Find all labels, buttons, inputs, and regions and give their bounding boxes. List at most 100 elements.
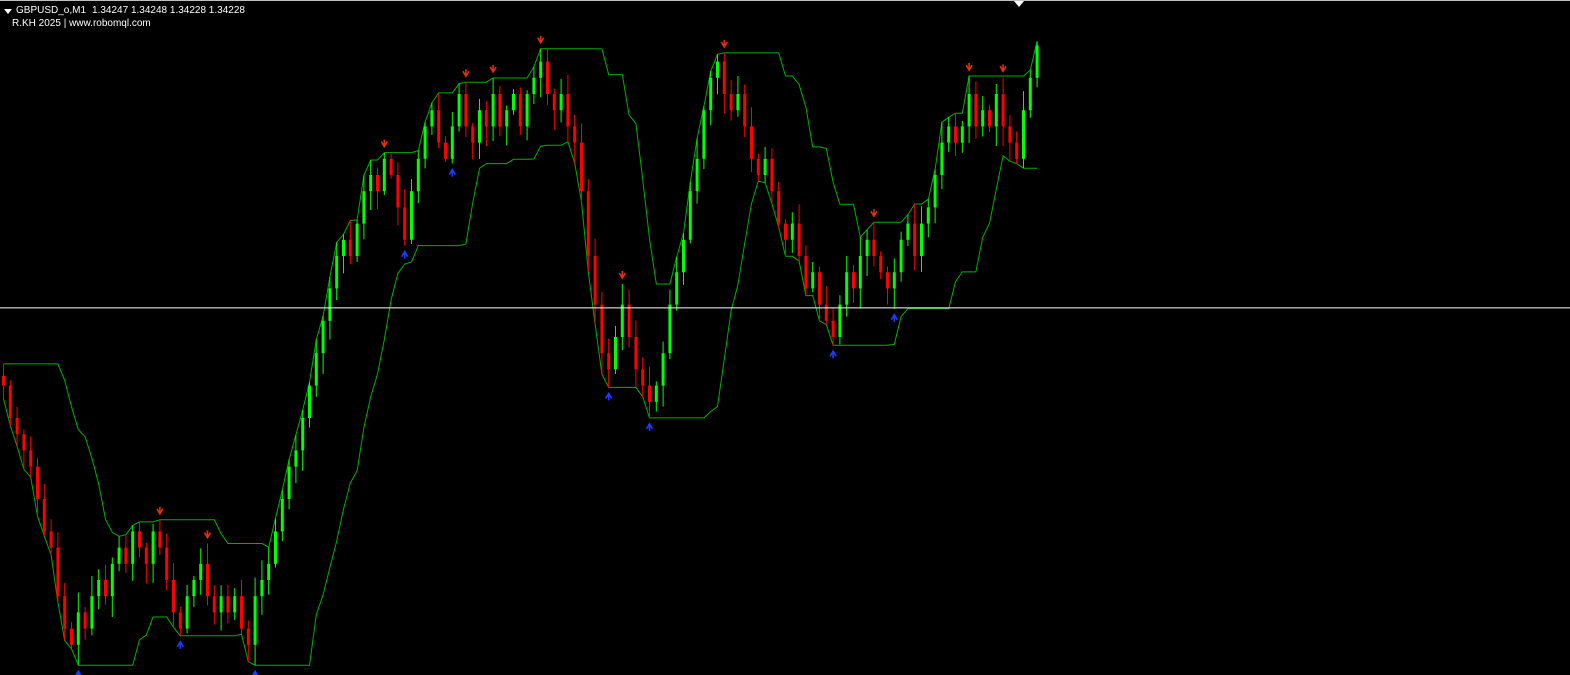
- buy-arrow-icon: [645, 422, 654, 431]
- candle-body: [695, 158, 699, 192]
- candle-body: [954, 126, 957, 143]
- candle-body: [396, 175, 400, 208]
- candle-body: [797, 223, 801, 256]
- candle-body: [1001, 94, 1005, 127]
- candle-body: [15, 418, 19, 435]
- candle-body: [206, 563, 209, 597]
- candle-body: [668, 304, 672, 354]
- candle-body: [913, 223, 917, 256]
- candle-body: [219, 596, 223, 613]
- candle-body: [906, 223, 910, 240]
- sell-arrow-icon: [489, 64, 497, 74]
- candle-body: [314, 353, 318, 386]
- chart-header: GBPUSD_o,M1 1.34247 1.34248 1.34228 1.34…: [4, 4, 245, 30]
- candle-body: [634, 337, 638, 370]
- candle-body: [430, 110, 434, 127]
- chart-shift-marker-icon[interactable]: [1014, 1, 1024, 7]
- candle-body: [960, 126, 964, 143]
- candle-body: [8, 385, 12, 418]
- candle-body: [661, 353, 665, 386]
- candle-body: [457, 94, 461, 127]
- candle-body: [104, 580, 107, 597]
- ohlc-values: 1.34247 1.34248 1.34228 1.34228: [92, 5, 245, 16]
- candle-body: [620, 304, 624, 337]
- candle-body: [90, 596, 94, 629]
- candle-body: [614, 337, 617, 370]
- candle-body: [892, 272, 896, 289]
- candle-body: [124, 547, 128, 564]
- candle-body: [512, 94, 515, 111]
- candle-body: [437, 110, 441, 143]
- candle-body: [750, 126, 753, 159]
- candle-body: [63, 596, 67, 629]
- candle-body: [382, 158, 386, 192]
- candle-body: [97, 580, 101, 597]
- candle-body: [131, 531, 135, 564]
- sell-arrow-icon: [156, 506, 164, 516]
- candle-body: [49, 531, 53, 548]
- candle-body: [444, 142, 447, 159]
- buy-arrow-icon: [448, 168, 456, 177]
- candle-body: [729, 94, 733, 111]
- buy-arrow-icon: [176, 640, 184, 649]
- candle-body: [478, 110, 481, 143]
- candle-body: [185, 596, 189, 629]
- candle-body: [688, 191, 692, 240]
- candle-body: [756, 158, 760, 175]
- candle-body: [151, 531, 155, 564]
- candle-body: [654, 385, 658, 402]
- buy-arrow-icon: [890, 313, 898, 322]
- candle-body: [573, 126, 577, 143]
- sell-arrow-icon: [462, 69, 470, 78]
- candle-body: [158, 531, 162, 548]
- candle-body: [1015, 142, 1019, 159]
- candle-body: [342, 239, 345, 256]
- sell-arrow-icon: [203, 530, 212, 540]
- candle-body: [743, 94, 747, 127]
- sell-arrow-icon: [965, 63, 973, 72]
- candle-body: [335, 256, 339, 289]
- candle-body: [926, 207, 930, 224]
- candle-body: [117, 547, 121, 564]
- candle-body: [886, 272, 889, 289]
- candle-body: [233, 596, 237, 613]
- candle-body: [246, 628, 250, 645]
- candle-body: [484, 110, 488, 127]
- candle-body: [212, 596, 216, 613]
- sell-arrow-icon: [380, 139, 388, 149]
- candle-body: [240, 596, 243, 629]
- candle-body: [682, 239, 685, 273]
- candle-body: [1022, 110, 1025, 159]
- candle-body: [110, 563, 114, 597]
- lower-band-line: [3, 140, 1038, 666]
- candle-body: [287, 466, 291, 499]
- candle-body: [607, 353, 611, 370]
- sell-arrow-icon: [999, 64, 1007, 73]
- candle-body: [580, 142, 583, 192]
- sell-arrow-icon: [870, 209, 878, 218]
- buy-arrow-icon: [605, 391, 613, 401]
- sell-arrow-icon: [618, 271, 626, 280]
- candle-body: [83, 612, 87, 629]
- price-chart[interactable]: [0, 1, 1570, 675]
- candle-body: [702, 110, 706, 159]
- candle-body: [790, 223, 794, 240]
- candle-body: [450, 126, 454, 159]
- candle-body: [804, 256, 808, 289]
- candle-body: [981, 110, 985, 127]
- candle-body: [1035, 45, 1039, 78]
- candle-body: [144, 547, 148, 564]
- chart-window[interactable]: GBPUSD_o,M1 1.34247 1.34248 1.34228 1.34…: [0, 0, 1570, 675]
- candle-body: [627, 304, 631, 337]
- collapse-triangle-icon[interactable]: [4, 8, 12, 14]
- candle-body: [709, 77, 713, 111]
- candle-body: [559, 94, 563, 111]
- candle-body: [525, 94, 529, 127]
- buy-arrow-icon: [829, 349, 837, 359]
- candle-body: [899, 239, 903, 273]
- candle-body: [416, 158, 420, 192]
- candle-body: [865, 239, 869, 256]
- candles-layer: [2, 41, 1039, 666]
- candle-body: [675, 272, 679, 305]
- candle-body: [586, 191, 590, 256]
